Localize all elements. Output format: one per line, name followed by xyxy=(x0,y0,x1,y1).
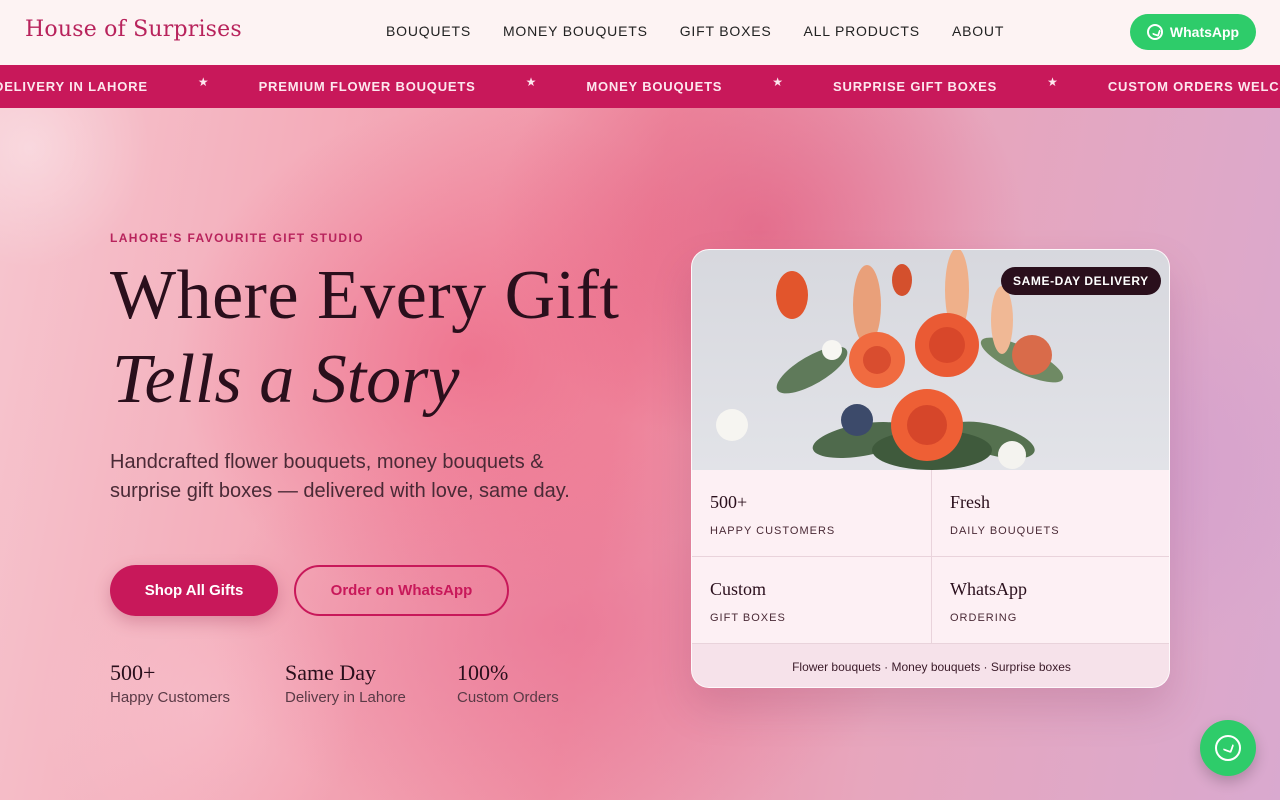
order-on-whatsapp-button[interactable]: Order on WhatsApp xyxy=(294,565,509,616)
ticker-item: PREMIUM FLOWER BOUQUETS xyxy=(258,79,476,94)
ticker-item: CUSTOM ORDERS WELCOME xyxy=(1107,79,1280,94)
featured-card: SAME-DAY DELIVERY 500+ HAPPY CUSTOMERS F… xyxy=(691,249,1170,688)
hero-stat-value: 500+ xyxy=(110,660,156,685)
hero-title-line2: Tells a Story xyxy=(112,341,460,418)
star-separator-icon: ★ xyxy=(1047,74,1058,89)
hero-stat: Same Day Delivery in Lahore xyxy=(285,660,406,706)
hero-stat-label: Happy Customers xyxy=(110,689,231,706)
nav-link-gift-boxes[interactable]: GIFT BOXES xyxy=(680,23,772,39)
card-stat: 500+ HAPPY CUSTOMERS xyxy=(692,470,931,557)
ticker-item: DELIVERY IN LAHORE xyxy=(0,79,148,94)
nav-link-all-products[interactable]: ALL PRODUCTS xyxy=(803,23,919,39)
card-stat-label: HAPPY CUSTOMERS xyxy=(710,525,836,537)
same-day-delivery-badge: SAME-DAY DELIVERY xyxy=(1001,267,1161,295)
nav-link-money-bouquets[interactable]: MONEY BOUQUETS xyxy=(503,23,648,39)
main-nav: BOUQUETS MONEY BOUQUETS GIFT BOXES ALL P… xyxy=(386,23,1036,39)
hero-stat-value: 100% xyxy=(457,660,509,685)
floating-whatsapp-button[interactable] xyxy=(1200,720,1256,776)
grid-divider xyxy=(931,470,932,644)
hero-stat: 100% Custom Orders xyxy=(457,660,559,706)
card-stat: Fresh DAILY BOUQUETS xyxy=(932,470,1169,557)
hero-description: Handcrafted flower bouquets, money bouqu… xyxy=(110,451,570,502)
hero-title-line1: Where Every Gift xyxy=(110,257,620,334)
header-whatsapp-button[interactable]: WhatsApp xyxy=(1130,14,1256,50)
announcement-ticker: DELIVERY IN LAHORE ★ PREMIUM FLOWER BOUQ… xyxy=(0,65,1280,108)
card-stat: WhatsApp ORDERING xyxy=(932,557,1169,644)
card-stat-label: DAILY BOUQUETS xyxy=(950,525,1060,537)
star-separator-icon: ★ xyxy=(772,74,784,89)
nav-link-bouquets[interactable]: BOUQUETS xyxy=(386,23,471,39)
hero-stat-value: Same Day xyxy=(285,660,377,685)
star-separator-icon: ★ xyxy=(525,74,537,89)
site-header: House of Surprises BOUQUETS MONEY BOUQUE… xyxy=(0,0,1280,65)
card-stat-label: ORDERING xyxy=(950,612,1018,624)
hero-stat-label: Custom Orders xyxy=(457,689,559,706)
whatsapp-icon xyxy=(1146,24,1163,40)
hero-stat-label: Delivery in Lahore xyxy=(285,689,406,706)
card-stat-value: 500+ xyxy=(710,492,748,512)
ticker-item: SURPRISE GIFT BOXES xyxy=(833,79,998,94)
hero-section: LAHORE'S FAVOURITE GIFT STUDIO Where Eve… xyxy=(0,108,1280,800)
card-footer: Flower bouquets · Money bouquets · Surpr… xyxy=(692,644,1169,687)
card-stat-value: Custom xyxy=(710,579,767,599)
whatsapp-icon xyxy=(1215,735,1241,761)
card-stat: Custom GIFT BOXES xyxy=(692,557,931,644)
nav-link-about[interactable]: ABOUT xyxy=(952,23,1004,39)
card-stat-value: WhatsApp xyxy=(950,579,1027,599)
ticker-track: DELIVERY IN LAHORE ★ PREMIUM FLOWER BOUQ… xyxy=(0,65,1280,108)
card-stat-value: Fresh xyxy=(950,492,990,512)
ticker-item: MONEY BOUQUETS xyxy=(586,79,723,94)
card-stat-label: GIFT BOXES xyxy=(710,612,786,624)
header-whatsapp-label: WhatsApp xyxy=(1169,24,1240,40)
hero-stat: 500+ Happy Customers xyxy=(110,660,230,706)
star-separator-icon: ★ xyxy=(197,74,209,89)
hero-eyebrow: LAHORE'S FAVOURITE GIFT STUDIO xyxy=(110,231,364,245)
site-logo[interactable]: House of Surprises xyxy=(25,17,242,42)
bouquet-image: SAME-DAY DELIVERY xyxy=(692,250,1169,470)
shop-all-gifts-button[interactable]: Shop All Gifts xyxy=(110,565,278,616)
